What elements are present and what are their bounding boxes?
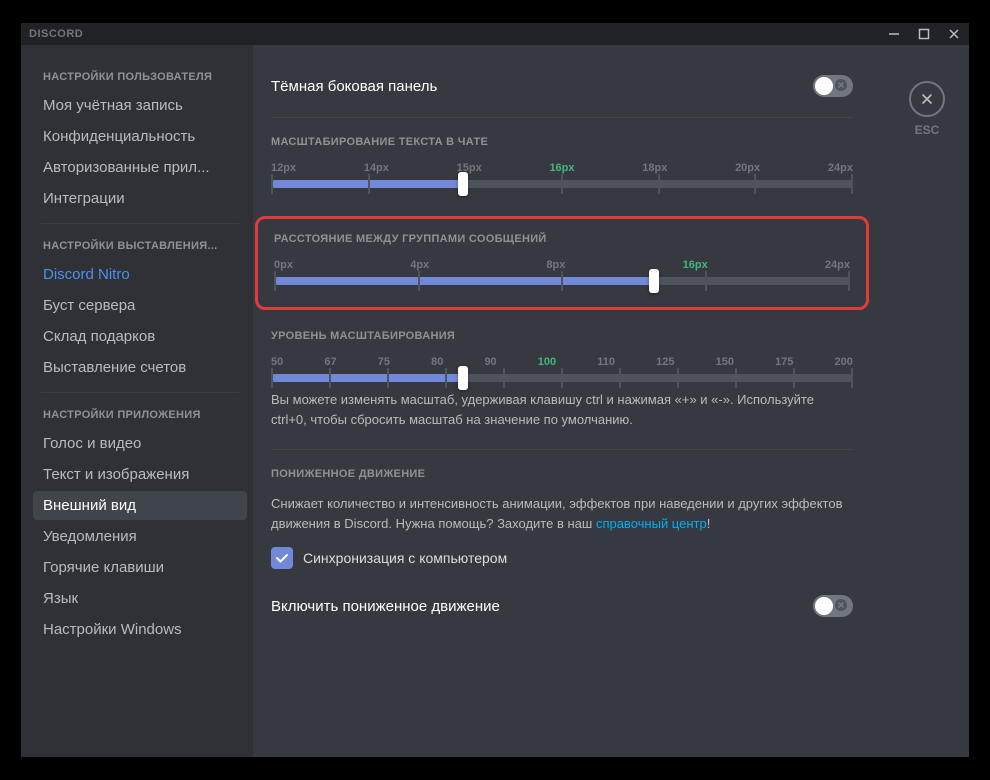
enable-reduced-motion-title: Включить пониженное движение — [271, 598, 500, 615]
help-center-link[interactable]: справочный центр — [596, 516, 707, 531]
slider-tick: 16px — [683, 259, 708, 271]
divider — [271, 449, 853, 450]
chat-scaling-ticks: 12px14px15px16px18px20px24px — [271, 162, 853, 174]
slider-tick: 4px — [410, 259, 429, 271]
slider-track — [274, 277, 850, 285]
slider-tick: 100 — [538, 356, 556, 368]
slider-tick: 24px — [825, 259, 850, 271]
sidebar-item-voice[interactable]: Голос и видео — [33, 429, 247, 458]
sync-with-computer-row: Синхронизация с компьютером — [271, 547, 853, 569]
toggle-off-icon — [833, 77, 849, 93]
slider-thumb[interactable] — [458, 172, 468, 196]
highlighted-section: РАССТОЯНИЕ МЕЖДУ ГРУППАМИ СООБЩЕНИЙ 0px 4… — [255, 216, 869, 310]
slider-track — [271, 374, 853, 382]
slider-tick: 110 — [597, 356, 615, 368]
sidebar-item-account[interactable]: Моя учётная запись — [33, 91, 247, 120]
slider-tick: 16px — [549, 162, 574, 174]
slider-tick: 12px — [271, 162, 296, 174]
sidebar-item-language[interactable]: Язык — [33, 584, 247, 613]
slider-tick: 8px — [546, 259, 565, 271]
minimize-button[interactable] — [887, 27, 901, 41]
slider-tick: 50 — [271, 356, 283, 368]
slider-tick: 90 — [484, 356, 496, 368]
close-settings-button[interactable]: ESC — [909, 81, 945, 137]
window-controls — [887, 27, 961, 41]
sidebar-header-user: НАСТРОЙКИ ПОЛЬЗОВАТЕЛЯ — [33, 65, 247, 89]
settings-main: ESC Тёмная боковая панель МАСШТАБИРОВАНИ… — [253, 45, 969, 757]
slider-tick: 150 — [716, 356, 734, 368]
esc-label: ESC — [915, 123, 940, 137]
slider-thumb[interactable] — [458, 366, 468, 390]
maximize-button[interactable] — [917, 27, 931, 41]
reduced-motion-label: ПОНИЖЕННОЕ ДВИЖЕНИЕ — [271, 468, 853, 480]
sidebar-item-text[interactable]: Текст и изображения — [33, 460, 247, 489]
sidebar-item-gifts[interactable]: Склад подарков — [33, 322, 247, 351]
zoom-ticks: 50 67 75 80 90 100 110 125 150 175 200 — [271, 356, 853, 368]
zoom-label: УРОВЕНЬ МАСШТАБИРОВАНИЯ — [271, 330, 853, 342]
zoom-slider[interactable]: 50 67 75 80 90 100 110 125 150 175 200 — [271, 356, 853, 382]
sidebar-header-billing: НАСТРОЙКИ ВЫСТАВЛЕНИЯ... — [33, 234, 247, 258]
sidebar-header-app: НАСТРОЙКИ ПРИЛОЖЕНИЯ — [33, 403, 247, 427]
message-spacing-ticks: 0px 4px 8px 16px 24px — [274, 259, 850, 271]
sidebar-item-nitro[interactable]: Discord Nitro — [33, 260, 247, 289]
sidebar-item-privacy[interactable]: Конфиденциальность — [33, 122, 247, 151]
slider-tick: 24px — [828, 162, 853, 174]
app-window: DISCORD НАСТРОЙКИ ПОЛЬЗОВАТЕЛЯ Моя учётн… — [21, 23, 969, 757]
sidebar-separator — [41, 392, 239, 393]
reduced-motion-desc: Снижает количество и интенсивность анима… — [271, 494, 853, 533]
message-spacing-label: РАССТОЯНИЕ МЕЖДУ ГРУППАМИ СООБЩЕНИЙ — [274, 233, 850, 245]
app-brand: DISCORD — [29, 28, 83, 40]
sidebar-item-appearance[interactable]: Внешний вид — [33, 491, 247, 520]
titlebar: DISCORD — [21, 23, 969, 45]
slider-tick: 14px — [364, 162, 389, 174]
message-spacing-slider[interactable]: 0px 4px 8px 16px 24px — [274, 259, 850, 285]
sidebar-item-boost[interactable]: Буст сервера — [33, 291, 247, 320]
sidebar-separator — [41, 223, 239, 224]
sidebar-item-windows[interactable]: Настройки Windows — [33, 615, 247, 644]
slider-tick: 67 — [324, 356, 336, 368]
chat-scaling-label: МАСШТАБИРОВАНИЕ ТЕКСТА В ЧАТЕ — [271, 136, 853, 148]
slider-tick: 75 — [378, 356, 390, 368]
sidebar-item-keybinds[interactable]: Горячие клавиши — [33, 553, 247, 582]
content: НАСТРОЙКИ ПОЛЬЗОВАТЕЛЯ Моя учётная запис… — [21, 45, 969, 757]
dark-sidebar-toggle[interactable] — [813, 75, 853, 97]
divider — [271, 117, 853, 118]
chat-scaling-slider[interactable]: 12px14px15px16px18px20px24px — [271, 162, 853, 188]
sidebar-item-billing[interactable]: Выставление счетов — [33, 353, 247, 382]
slider-tick: 125 — [656, 356, 674, 368]
zoom-help-text: Вы можете изменять масштаб, удерживая кл… — [271, 390, 853, 429]
sidebar-item-integrations[interactable]: Интеграции — [33, 184, 247, 213]
enable-reduced-motion-row: Включить пониженное движение — [271, 589, 853, 631]
slider-tick: 80 — [431, 356, 443, 368]
close-icon — [909, 81, 945, 117]
enable-reduced-motion-toggle[interactable] — [813, 595, 853, 617]
slider-tick: 0px — [274, 259, 293, 271]
slider-tick: 175 — [775, 356, 793, 368]
slider-tick: 200 — [835, 356, 853, 368]
dark-sidebar-row: Тёмная боковая панель — [271, 69, 853, 111]
toggle-off-icon — [833, 597, 849, 613]
sidebar-item-notifications[interactable]: Уведомления — [33, 522, 247, 551]
sync-checkbox-label: Синхронизация с компьютером — [303, 550, 507, 566]
slider-thumb[interactable] — [649, 269, 659, 293]
settings-sidebar: НАСТРОЙКИ ПОЛЬЗОВАТЕЛЯ Моя учётная запис… — [21, 45, 253, 757]
slider-tick: 18px — [642, 162, 667, 174]
sync-checkbox[interactable] — [271, 547, 293, 569]
dark-sidebar-title: Тёмная боковая панель — [271, 78, 437, 95]
slider-track — [271, 180, 853, 188]
close-button[interactable] — [947, 27, 961, 41]
slider-tick: 20px — [735, 162, 760, 174]
sidebar-item-authorized[interactable]: Авторизованные прил... — [33, 153, 247, 182]
